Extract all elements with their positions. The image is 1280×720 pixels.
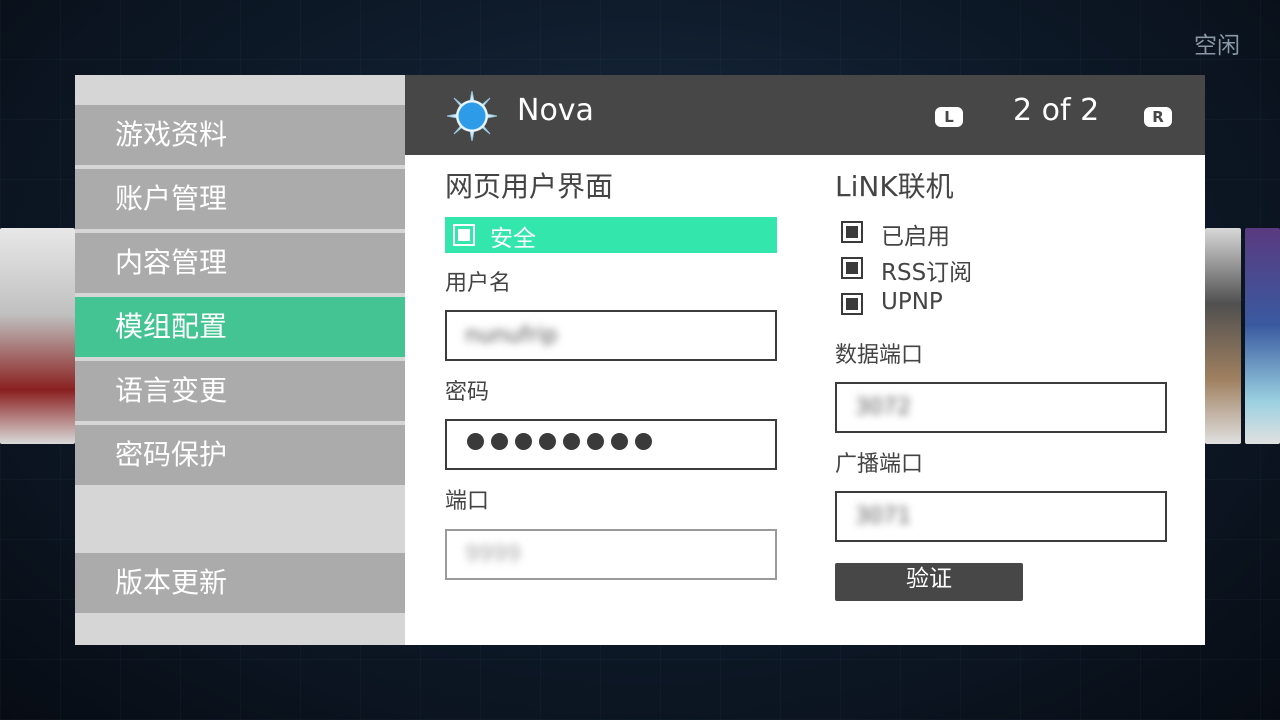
status-text: 空闲 [1194,33,1240,59]
verify-button[interactable]: 验证 [835,563,1023,601]
password-dot [563,433,580,450]
password-field[interactable] [445,419,777,470]
checkbox-checked-icon [453,224,475,246]
sidebar-item-language[interactable]: 语言变更 [75,361,405,421]
password-dot [491,433,508,450]
game-cover[interactable] [1244,228,1280,444]
password-dot [467,433,484,450]
nova-logo-icon [446,90,498,142]
username-value: nunufrip [465,323,558,348]
password-dot [587,433,604,450]
data-port-label: 数据端口 [835,343,924,368]
broadcast-port-field[interactable]: 3071 [835,491,1167,542]
broadcast-port-value: 3071 [855,504,911,529]
settings-panel: 游戏资料 账户管理 内容管理 模组配置 语言变更 密码保护 版本更新 Nova … [75,75,1205,645]
page-indicator: 2 of 2 [1013,93,1100,128]
password-label: 密码 [445,380,490,405]
checkbox-checked-icon [841,221,863,243]
sidebar-item-password-protection[interactable]: 密码保护 [75,425,405,485]
sidebar-item-content-management[interactable]: 内容管理 [75,233,405,293]
sidebar: 游戏资料 账户管理 内容管理 模组配置 语言变更 密码保护 版本更新 [75,75,405,645]
enabled-label: 已启用 [881,224,950,250]
upnp-label: UPNP [881,289,943,315]
secure-label: 安全 [490,226,536,252]
game-cover-strip-left [0,228,75,444]
left-shoulder-button[interactable]: L [935,107,963,127]
right-shoulder-button[interactable]: R [1144,107,1172,127]
sidebar-item-mod-config[interactable]: 模组配置 [75,297,405,357]
header-bar: Nova L 2 of 2 R [405,75,1205,155]
sidebar-item-game-profile[interactable]: 游戏资料 [75,105,405,165]
password-dot [539,433,556,450]
game-cover-strip-right [1205,228,1280,444]
data-port-field[interactable]: 3072 [835,382,1167,433]
checkbox-checked-icon [841,257,863,279]
secure-checkbox[interactable]: 安全 [445,217,777,253]
username-field[interactable]: nunufrip [445,310,777,361]
game-cover[interactable] [0,228,75,444]
broadcast-port-label: 广播端口 [835,452,924,477]
port-field[interactable]: 9999 [445,529,777,580]
password-dot [635,433,652,450]
username-label: 用户名 [445,271,512,296]
password-mask [467,433,652,450]
port-value: 9999 [465,542,521,567]
sidebar-item-account-management[interactable]: 账户管理 [75,169,405,229]
data-port-value: 3072 [855,395,911,420]
password-dot [515,433,532,450]
checkbox-checked-icon [841,293,863,315]
game-cover[interactable] [1205,228,1241,444]
rss-label: RSS订阅 [881,260,973,286]
game-title: Nova [517,93,594,128]
link-heading: LiNK联机 [835,170,954,203]
port-label: 端口 [445,489,490,514]
web-ui-heading: 网页用户界面 [445,170,614,203]
sidebar-item-version-update[interactable]: 版本更新 [75,553,405,613]
password-dot [611,433,628,450]
